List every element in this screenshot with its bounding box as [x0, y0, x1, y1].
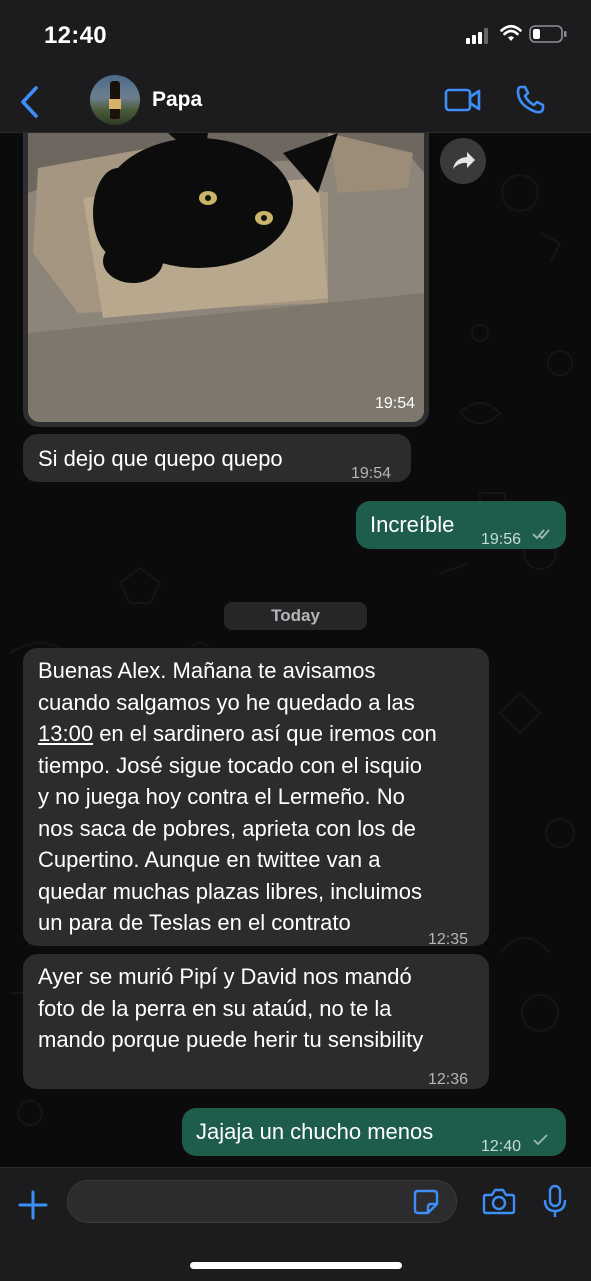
message-line: tiempo. José sigue tocado con el isquio	[38, 752, 423, 778]
video-call-icon[interactable]	[444, 86, 482, 114]
message-line: Ayer se murió Pipí y David nos mandó	[38, 964, 412, 989]
message-time: 12:36	[428, 1071, 469, 1088]
status-time: 12:40	[44, 22, 107, 49]
camera-icon[interactable]	[482, 1186, 516, 1216]
sticker-icon[interactable]	[412, 1188, 440, 1216]
message-line: en el sardinero así que iremos con	[99, 721, 437, 746]
wifi-icon	[500, 24, 522, 41]
message-line: foto de la perra en su ataúd, no te la	[38, 995, 392, 1021]
incoming-message[interactable]: Si dejo que quepo quepo 19:54	[23, 434, 411, 482]
cellular-signal-icon	[466, 28, 488, 44]
contact-avatar[interactable]	[90, 75, 140, 125]
message-line: Cupertino. Aunque en twittee van a	[38, 847, 381, 872]
message-composer	[0, 1167, 591, 1281]
voice-call-icon[interactable]	[514, 84, 546, 116]
chat-messages-area[interactable]: 19:54 Si dejo que quepo quepo 19:54 Incr…	[0, 133, 591, 1167]
message-line: mando porque puede herir tu sensibility	[38, 1027, 424, 1052]
battery-icon	[529, 25, 567, 43]
message-input[interactable]	[68, 1181, 416, 1220]
home-indicator	[190, 1262, 402, 1269]
message-line: un para de Teslas en el contrato	[38, 910, 351, 935]
message-text: Si dejo que quepo quepo	[38, 446, 283, 471]
message-line: quedar muchas plazas libres, incluimos	[38, 878, 422, 904]
status-bar: 12:40	[0, 0, 591, 72]
message-line: cuando salgamos yo he quedado a las	[38, 689, 415, 715]
message-text: Increíble	[370, 512, 455, 537]
time-link[interactable]: 13:00	[38, 721, 93, 746]
message-time: 19:56	[481, 531, 522, 548]
message-line: Buenas Alex. Mañana te avisamos	[38, 658, 376, 683]
cat-in-box-image	[28, 133, 424, 422]
message-time: 12:35	[428, 931, 469, 948]
message-input-container[interactable]	[67, 1180, 457, 1223]
contact-name[interactable]: Papa	[152, 88, 202, 112]
date-separator: Today	[224, 602, 367, 630]
message-time: 19:54	[351, 465, 392, 482]
cat-photo[interactable]	[28, 133, 424, 422]
incoming-message[interactable]: Ayer se murió Pipí y David nos mandó fot…	[23, 954, 489, 1089]
message-line: y no juega hoy contra el Lermeño. No	[38, 784, 405, 809]
forward-button[interactable]	[440, 138, 486, 184]
microphone-icon[interactable]	[542, 1184, 568, 1220]
image-message[interactable]: 19:54	[23, 133, 429, 427]
message-line: nos saca de pobres, aprieta con los de	[38, 815, 416, 841]
incoming-message[interactable]: Buenas Alex. Mañana te avisamos cuando s…	[23, 648, 489, 948]
back-chevron-icon[interactable]	[14, 82, 48, 122]
outgoing-message[interactable]: Jajaja un chucho menos 12:40	[182, 1108, 566, 1156]
delivered-check-icon	[533, 1134, 548, 1146]
outgoing-message[interactable]: Increíble 19:56	[356, 501, 566, 549]
message-time: 12:40	[481, 1138, 522, 1155]
chat-header: Papa	[0, 72, 591, 133]
attach-plus-icon[interactable]	[16, 1188, 50, 1222]
read-double-check-icon	[532, 529, 550, 540]
message-text: Jajaja un chucho menos	[196, 1119, 434, 1144]
forward-arrow-icon	[453, 152, 475, 169]
message-time: 19:54	[374, 395, 415, 412]
